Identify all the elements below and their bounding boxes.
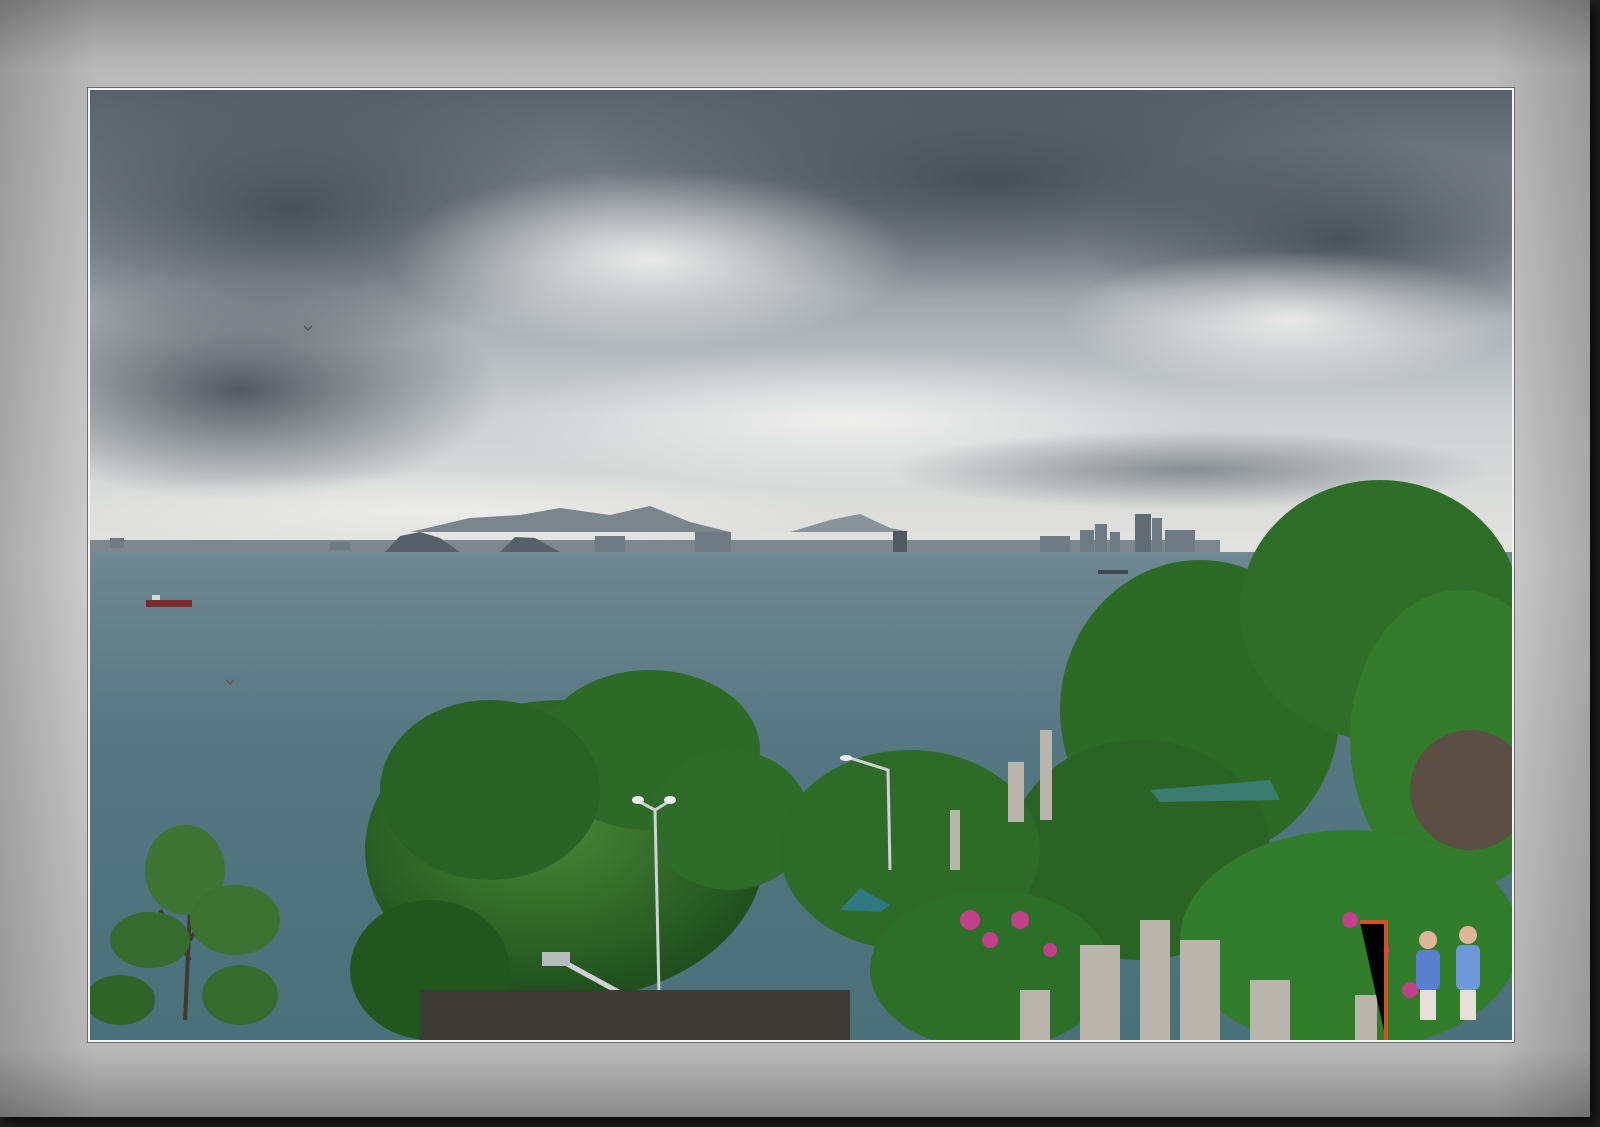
ground bbox=[420, 990, 850, 1040]
photo-canvas bbox=[90, 90, 1512, 1040]
landscape-photo bbox=[88, 88, 1514, 1042]
clouds bbox=[90, 90, 1512, 550]
picture-frame bbox=[0, 0, 1590, 1117]
